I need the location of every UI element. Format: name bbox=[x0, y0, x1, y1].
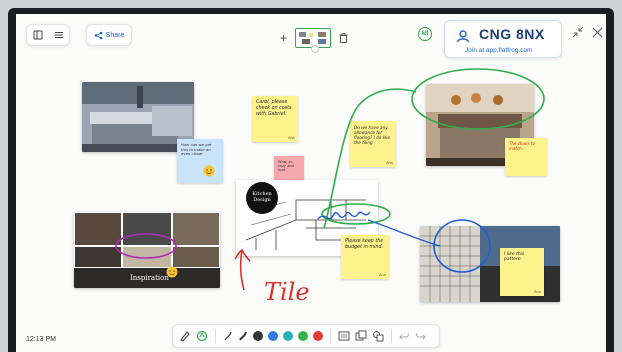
handwritten-tile-label: Tile bbox=[264, 278, 310, 306]
whiteboard-canvas[interactable]: Share + MI CNG 8NX Join at app.flatfrog.… bbox=[16, 14, 606, 352]
green-ink-connector bbox=[323, 88, 417, 229]
redo-icon[interactable] bbox=[415, 331, 426, 342]
tool-bar bbox=[172, 324, 440, 348]
color-green-swatch[interactable] bbox=[298, 331, 308, 341]
green-ink-circle-copper bbox=[411, 68, 545, 130]
green-ink-circle-sketch bbox=[321, 203, 391, 225]
purple-ink-circle bbox=[115, 233, 177, 259]
thick-pen-icon[interactable] bbox=[238, 330, 248, 342]
color-black-swatch[interactable] bbox=[253, 331, 263, 341]
blue-ink-circle-tile bbox=[433, 219, 491, 273]
red-ink-arrow bbox=[234, 249, 251, 291]
color-blue-swatch[interactable] bbox=[268, 331, 278, 341]
color-red-swatch[interactable] bbox=[313, 331, 323, 341]
toolbar-separator bbox=[215, 329, 216, 343]
toolbar-separator bbox=[391, 329, 392, 343]
smiley-icon bbox=[166, 266, 178, 278]
duplicate-icon[interactable] bbox=[355, 330, 367, 342]
clock: 12:13 PM bbox=[26, 336, 56, 343]
insert-image-icon[interactable] bbox=[338, 330, 350, 342]
undo-icon[interactable] bbox=[399, 331, 410, 342]
color-teal-swatch[interactable] bbox=[283, 331, 293, 341]
shapes-icon[interactable] bbox=[372, 330, 384, 342]
thin-pen-icon[interactable] bbox=[223, 330, 233, 342]
touch-select-icon[interactable] bbox=[196, 330, 208, 342]
pen-tool-icon[interactable] bbox=[179, 330, 191, 342]
toolbar-separator bbox=[330, 329, 331, 343]
blue-ink-connector bbox=[367, 219, 441, 247]
ink-annotations-layer bbox=[115, 68, 545, 291]
